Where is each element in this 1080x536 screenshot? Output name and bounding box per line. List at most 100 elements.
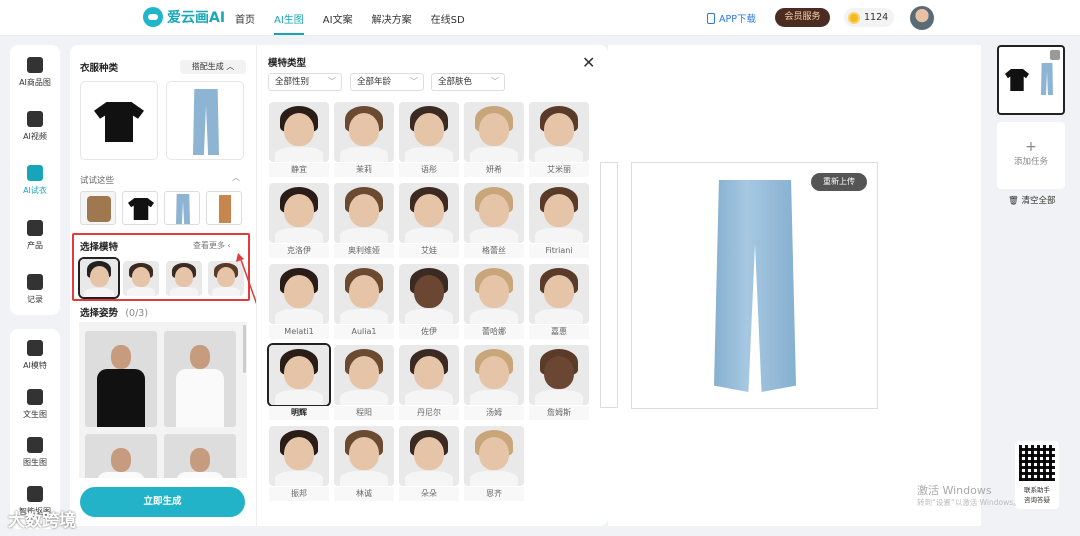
- app-download-label: APP下载: [719, 14, 756, 25]
- sidebar-item-records[interactable]: 记录: [10, 274, 60, 305]
- model-card[interactable]: 嘉惠: [529, 264, 589, 341]
- pose-card-2[interactable]: [164, 331, 236, 427]
- box-icon: [27, 220, 43, 236]
- add-task-button[interactable]: + 添加任务: [997, 122, 1065, 189]
- user-avatar[interactable]: [910, 6, 934, 30]
- bottom-garment-slot[interactable]: [166, 81, 244, 160]
- close-icon[interactable]: ✕: [582, 53, 595, 72]
- model-thumb-2[interactable]: [123, 261, 159, 296]
- task-jeans-image: [1041, 63, 1053, 95]
- windows-activation-title: 激活 Windows: [917, 484, 992, 497]
- sidebar-item-label: 文生图: [23, 410, 47, 419]
- sidebar-item-text-to-image[interactable]: 文生图: [10, 389, 60, 420]
- skin-filter-value: 全部肤色: [438, 77, 473, 87]
- age-filter[interactable]: 全部年龄 ﹀: [350, 73, 424, 91]
- model-thumb-3[interactable]: [166, 261, 202, 296]
- sidebar-item-ai-tryon[interactable]: AI试衣: [10, 165, 60, 196]
- assistant-qr[interactable]: 联系助手 咨询答疑: [1015, 441, 1059, 509]
- vip-button[interactable]: 会员服务: [775, 8, 830, 27]
- pose-card-1[interactable]: [85, 331, 157, 427]
- qr-caption-1: 联系助手: [1024, 486, 1050, 494]
- jacket-image: [87, 196, 111, 222]
- model-card[interactable]: 佐伊: [399, 264, 459, 341]
- model-name: 佐伊: [399, 325, 459, 339]
- sample-jeans[interactable]: [164, 191, 200, 225]
- model-photo: [399, 426, 459, 486]
- nav-ai-copy[interactable]: AI文案: [323, 11, 353, 35]
- model-card[interactable]: Aulia1: [334, 264, 394, 341]
- model-card[interactable]: 朵朵: [399, 426, 459, 503]
- reupload-button[interactable]: 重新上传: [811, 173, 867, 191]
- sample-skirt[interactable]: [206, 191, 242, 225]
- model-card[interactable]: Melati1: [269, 264, 329, 341]
- pose-scrollbar[interactable]: [243, 325, 246, 373]
- model-card[interactable]: 程阳: [334, 345, 394, 422]
- see-more-link[interactable]: 查看更多 ‹: [193, 240, 231, 251]
- sidebar-item-label: AI模特: [23, 361, 47, 370]
- sidebar-item-products[interactable]: 产品: [10, 220, 60, 251]
- task-tshirt-image: [1005, 69, 1029, 91]
- clear-all-button[interactable]: 🗑 清空全部: [1008, 194, 1056, 206]
- sample-tshirt[interactable]: [122, 191, 158, 225]
- sidebar-item-ai-model[interactable]: AI模特: [10, 340, 60, 371]
- model-photo: [399, 102, 459, 162]
- model-card[interactable]: 奥利维娅: [334, 183, 394, 260]
- model-name: 蕾哈娜: [464, 325, 524, 339]
- coin-balance[interactable]: 1124: [844, 8, 894, 27]
- pose-card-3[interactable]: [85, 434, 157, 478]
- model-card[interactable]: 丹尼尔: [399, 345, 459, 422]
- model-photo: [399, 183, 459, 243]
- model-card[interactable]: 格蕾丝: [464, 183, 524, 260]
- generate-button[interactable]: 立即生成: [80, 487, 245, 517]
- model-card[interactable]: 詹姆斯: [529, 345, 589, 422]
- gender-filter[interactable]: 全部性别 ﹀: [268, 73, 342, 91]
- model-card[interactable]: 艾娃: [399, 183, 459, 260]
- model-photo: [464, 345, 524, 405]
- nav-online-sd[interactable]: 在线SD: [431, 11, 465, 35]
- top-garment-slot[interactable]: [80, 81, 158, 160]
- model-card[interactable]: 克洛伊: [269, 183, 329, 260]
- model-card[interactable]: 静宜: [269, 102, 329, 179]
- logo[interactable]: 爱云画AI: [143, 7, 225, 27]
- nav-ai-image[interactable]: AI生图: [274, 11, 304, 35]
- main-nav: 首页 AI生图 AI文案 解决方案 在线SD: [235, 11, 484, 35]
- model-name: 詹姆斯: [529, 406, 589, 420]
- model-photo: [334, 264, 394, 324]
- collapse-chevron-icon[interactable]: ︿: [232, 172, 240, 183]
- nav-solutions[interactable]: 解决方案: [372, 11, 412, 35]
- pose-card-4[interactable]: [164, 434, 236, 478]
- model-card[interactable]: Fitriani: [529, 183, 589, 260]
- model-card[interactable]: 蕾哈娜: [464, 264, 524, 341]
- app-download-link[interactable]: APP下载: [707, 11, 756, 25]
- delete-icon[interactable]: [1050, 50, 1060, 60]
- sidebar-item-ai-video[interactable]: AI视频: [10, 111, 60, 142]
- pair-generate-button[interactable]: 搭配生成 ︿: [180, 60, 246, 74]
- model-photo: [269, 264, 329, 324]
- nav-home[interactable]: 首页: [235, 11, 255, 35]
- model-card[interactable]: 艾米丽: [529, 102, 589, 179]
- model-photo: [464, 183, 524, 243]
- previous-image-card[interactable]: [600, 162, 618, 408]
- sidebar-item-image-to-image[interactable]: 图生图: [10, 437, 60, 468]
- tshirt-image: [94, 102, 144, 142]
- skin-filter[interactable]: 全部肤色 ﹀: [431, 73, 505, 91]
- model-name: Melati1: [269, 325, 329, 339]
- model-card[interactable]: 林诚: [334, 426, 394, 503]
- task-thumbnail[interactable]: [997, 45, 1065, 115]
- model-card[interactable]: 茉莉: [334, 102, 394, 179]
- pose-grid: [79, 322, 247, 478]
- model-thumb-1[interactable]: [78, 257, 120, 299]
- model-name: 程阳: [334, 406, 394, 420]
- model-card[interactable]: 振邦: [269, 426, 329, 503]
- model-card[interactable]: 恩齐: [464, 426, 524, 503]
- model-name: 汤姆: [464, 406, 524, 420]
- model-card[interactable]: 妍希: [464, 102, 524, 179]
- model-card[interactable]: 语彤: [399, 102, 459, 179]
- model-card[interactable]: 汤姆: [464, 345, 524, 422]
- model-photo: [269, 183, 329, 243]
- sample-jacket[interactable]: [80, 191, 116, 225]
- sidebar-item-label: 产品: [27, 241, 43, 250]
- model-card[interactable]: 明辉: [267, 343, 331, 422]
- phone-icon: [707, 12, 715, 24]
- sidebar-item-ai-product[interactable]: AI商品图: [10, 57, 60, 88]
